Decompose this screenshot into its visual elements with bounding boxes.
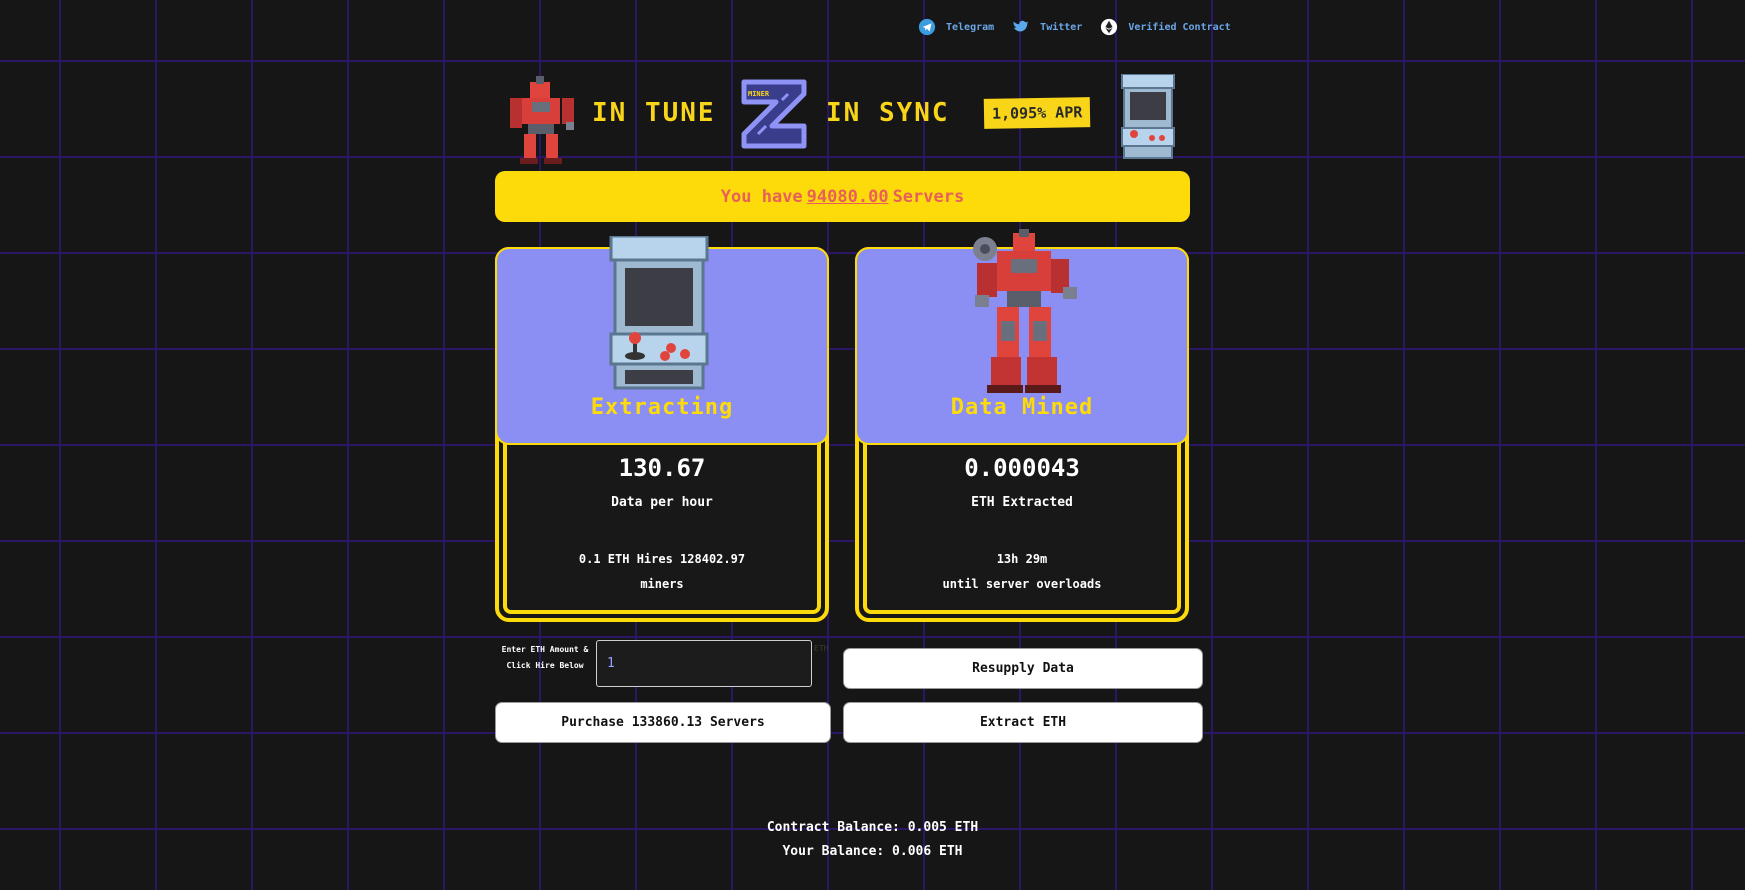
card-header: Extracting [495, 236, 829, 445]
header-banner: IN TUNE MINER IN SYNC 1,095% APR [506, 70, 1178, 170]
eth-amount-label-line1: Enter ETH Amount & [501, 645, 589, 654]
arcade-banner-image [1121, 74, 1175, 159]
contract-balance: Contract Balance: 0.005 ETH [766, 820, 979, 835]
tagline-right: IN SYNC [826, 98, 950, 128]
owned-suffix: Servers [892, 186, 965, 207]
owned-prefix: You have [720, 186, 803, 207]
card-note: 13h 29m until server overloads [859, 547, 1185, 597]
twitter-link[interactable]: Twitter [1012, 18, 1082, 36]
logo-text: MINER [748, 90, 770, 98]
twitter-label: Twitter [1040, 21, 1083, 33]
your-balance: Your Balance: 0.006 ETH [782, 844, 963, 859]
tagline-left: IN TUNE [592, 98, 716, 128]
arcade-machine-image [609, 236, 709, 390]
card-label: ETH Extracted [971, 495, 1073, 510]
card-note-line1: 13h 29m [996, 552, 1048, 566]
extract-eth-button[interactable]: Extract ETH [843, 702, 1203, 743]
data-mined-card: Data Mined 0.000043 ETH Extracted 13h 29… [855, 229, 1189, 622]
owned-count: 94080.00 [806, 186, 889, 207]
card-note-line2: until server overloads [942, 577, 1102, 591]
extracting-card: Extracting 130.67 Data per hour 0.1 ETH … [495, 236, 829, 622]
card-title: Extracting [590, 395, 734, 420]
verified-contract-link[interactable]: Verified Contract [1100, 18, 1231, 36]
ethereum-icon [1101, 18, 1118, 36]
eth-unit-label: ETH [814, 644, 829, 653]
eth-amount-label-line2: Click Hire Below [506, 661, 584, 670]
telegram-link[interactable]: Telegram [918, 18, 994, 36]
eth-amount-label: Enter ETH Amount & Click Hire Below [498, 642, 592, 674]
card-label: Data per hour [611, 495, 713, 510]
twitter-icon [1013, 20, 1029, 32]
card-title: Data Mined [950, 395, 1094, 420]
card-note: 0.1 ETH Hires 128402.97 miners [499, 547, 825, 597]
verified-contract-label: Verified Contract [1128, 21, 1231, 33]
card-note-line1: 0.1 ETH Hires 128402.97 [578, 552, 746, 566]
resupply-data-button[interactable]: Resupply Data [843, 648, 1203, 689]
miner-logo-icon: MINER [741, 79, 807, 149]
telegram-icon [918, 18, 936, 36]
card-value: 130.67 [618, 454, 706, 482]
card-value: 0.000043 [964, 454, 1080, 482]
robot-image [973, 229, 1077, 393]
purchase-servers-button[interactable]: Purchase 133860.13 Servers [495, 702, 831, 743]
owned-servers-bar: You have 94080.00 Servers [495, 171, 1190, 222]
card-note-line2: miners [640, 577, 684, 591]
apr-badge: 1,095% APR [983, 97, 1091, 129]
robot-banner-image [510, 76, 574, 164]
telegram-label: Telegram [946, 21, 995, 33]
card-header: Data Mined [855, 229, 1189, 445]
top-nav: Telegram Twitter Verified Contract [918, 18, 1231, 36]
eth-amount-input[interactable] [596, 640, 812, 687]
